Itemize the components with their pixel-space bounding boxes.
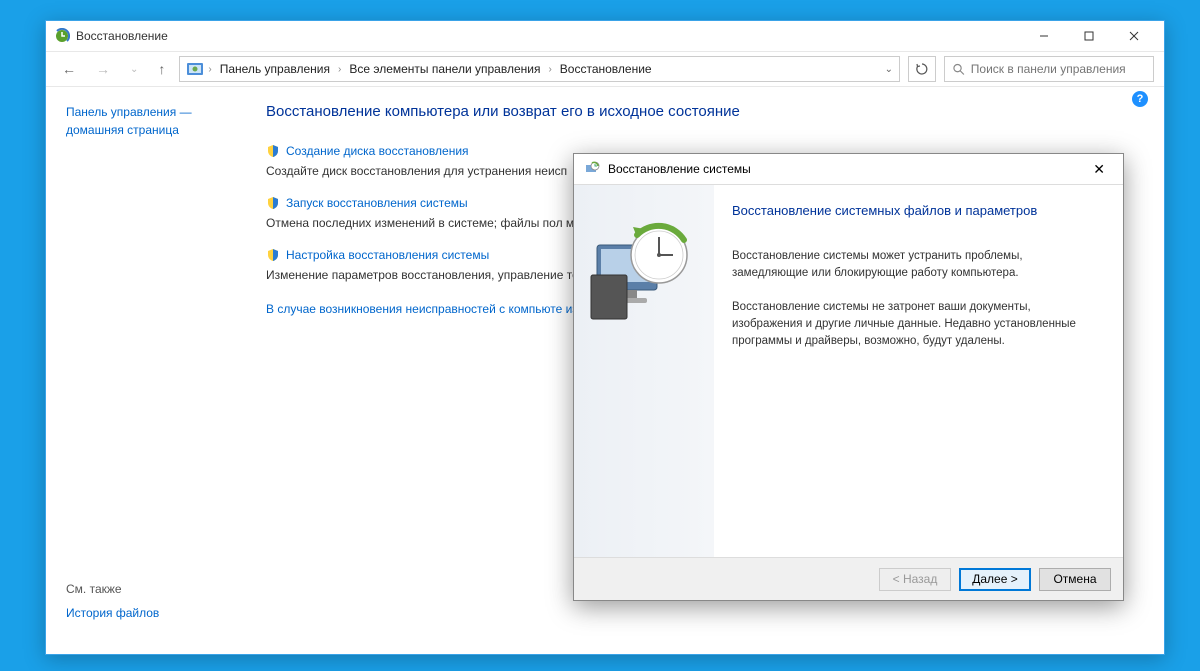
dialog-graphic-panel [574,185,714,557]
back-button: < Назад [879,568,951,591]
start-system-restore-link[interactable]: Запуск восстановления системы [286,196,468,210]
minimize-button[interactable] [1021,22,1066,51]
breadcrumb[interactable]: › Панель управления › Все элементы панел… [179,56,900,82]
configure-system-restore-link[interactable]: Настройка восстановления системы [286,248,489,262]
system-restore-graphic-icon [589,215,699,325]
back-button[interactable]: ← [56,57,82,81]
cancel-button[interactable]: Отмена [1039,568,1111,591]
sidebar: Панель управления — домашняя страница См… [46,87,236,654]
dialog-content: Восстановление системных файлов и параме… [714,185,1123,557]
system-restore-dialog: Восстановление системы ✕ [573,153,1124,601]
nav-toolbar: ← → ⌄ ↑ › Панель управления › Все элемен… [46,51,1164,87]
shield-icon [266,196,280,210]
see-also-heading: См. также [66,582,228,596]
dialog-paragraph: Восстановление системы не затронет ваши … [732,299,1099,351]
dialog-heading: Восстановление системных файлов и параме… [732,203,1099,218]
breadcrumb-item[interactable]: Восстановление [556,60,656,78]
control-panel-icon [186,60,204,78]
dialog-close-button[interactable]: ✕ [1085,157,1113,182]
maximize-button[interactable] [1066,22,1111,51]
forward-button[interactable]: → [90,57,116,81]
create-recovery-drive-link[interactable]: Создание диска восстановления [286,144,469,158]
search-icon [953,63,965,76]
dialog-footer: < Назад Далее > Отмена [574,558,1123,600]
search-box[interactable] [944,56,1154,82]
restore-icon [584,160,600,179]
dialog-paragraph: Восстановление системы может устранить п… [732,248,1099,283]
sidebar-home-link[interactable]: Панель управления — домашняя страница [66,103,228,139]
search-input[interactable] [971,62,1145,76]
breadcrumb-dropdown-icon[interactable]: ⌄ [885,64,893,75]
dialog-title-text: Восстановление системы [608,162,751,176]
breadcrumb-item[interactable]: Панель управления [216,60,334,78]
window-title: Восстановление [76,29,168,43]
shield-icon [266,248,280,262]
close-button[interactable] [1111,22,1156,51]
titlebar[interactable]: Восстановление [46,21,1164,51]
shield-icon [266,144,280,158]
next-button[interactable]: Далее > [959,568,1031,591]
page-title: Восстановление компьютера или возврат ег… [266,103,1124,120]
up-button[interactable]: ↑ [152,57,171,81]
refresh-button[interactable] [908,56,936,82]
dialog-titlebar[interactable]: Восстановление системы ✕ [574,154,1123,184]
breadcrumb-item[interactable]: Все элементы панели управления [345,60,544,78]
recent-dropdown[interactable]: ⌄ [124,60,144,79]
recovery-icon [54,28,70,44]
file-history-link[interactable]: История файлов [66,604,228,622]
help-icon[interactable]: ? [1132,91,1148,107]
